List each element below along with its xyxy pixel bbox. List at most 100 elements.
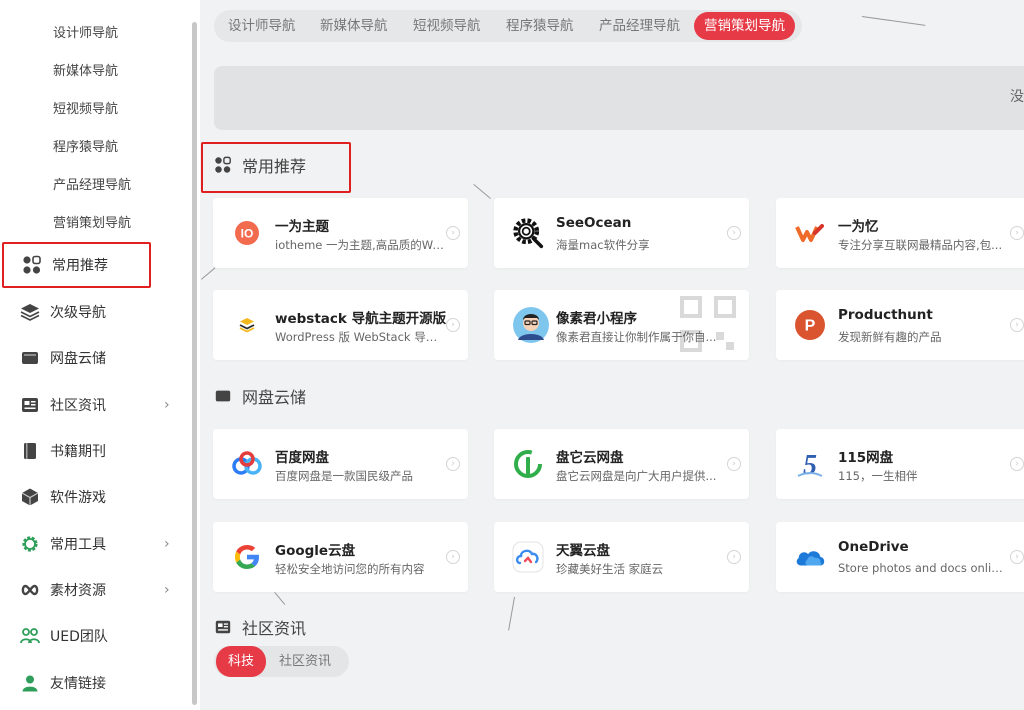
decorative-line xyxy=(274,592,286,605)
sidebar-item-recommended[interactable]: 常用推荐 xyxy=(2,242,151,288)
arrow-circle-icon[interactable]: › xyxy=(446,318,460,332)
onedrive-logo-icon xyxy=(794,541,826,573)
sidebar-item-label: 素材资源 xyxy=(50,583,106,599)
newspaper-icon xyxy=(215,620,231,634)
cube-icon xyxy=(21,488,39,506)
io-logo-icon: IO xyxy=(231,217,263,249)
arrow-circle-icon[interactable]: › xyxy=(727,457,741,471)
sidebar-item-label: 网盘云储 xyxy=(50,351,106,367)
sidebar-item-secondary-nav[interactable]: 次级导航 xyxy=(0,290,190,334)
site-card-115-pan[interactable]: 5 115网盘 115，一生相伴 › xyxy=(776,429,1024,499)
arrow-circle-icon[interactable]: › xyxy=(1010,226,1024,240)
site-card-yiweiyi[interactable]: 一为忆 专注分享互联网最精品内容,包... › xyxy=(776,198,1024,268)
sidebar-item-friend-links[interactable]: 友情链接 xyxy=(0,661,190,705)
arrow-circle-icon[interactable]: › xyxy=(727,226,741,240)
decorative-line xyxy=(473,184,491,199)
sidebar-subitem-programmer[interactable]: 程序猿导航 xyxy=(53,138,118,158)
sidebar-subitem-new-media[interactable]: 新媒体导航 xyxy=(53,62,118,82)
site-card-seeocean[interactable]: SeeOcean 海量mac软件分享 › xyxy=(494,198,749,268)
w-logo-icon xyxy=(794,217,826,249)
site-card-onedrive[interactable]: OneDrive Store photos and docs online. .… xyxy=(776,522,1024,592)
card-description: iotheme 一为主题,高品质的Wo... xyxy=(275,238,445,252)
sidebar-item-tools[interactable]: 常用工具 › xyxy=(0,522,190,566)
highlight-box xyxy=(201,142,351,193)
card-title: Google云盘 xyxy=(275,543,356,559)
team-icon xyxy=(20,628,40,644)
svg-text:P: P xyxy=(805,318,816,335)
sidebar-item-label: 社区资讯 xyxy=(50,398,106,414)
sidebar-item-label: 友情链接 xyxy=(50,676,106,692)
tab-programmer[interactable]: 程序猿导航 xyxy=(506,10,574,42)
sidebar-item-label: 常用推荐 xyxy=(52,258,108,274)
decorative-line xyxy=(508,596,515,631)
sidebar-scrollbar[interactable] xyxy=(192,22,197,705)
community-tab-bar: 科技 社区资讯 xyxy=(214,646,349,677)
sidebar-item-community[interactable]: 社区资讯 › xyxy=(0,383,190,427)
card-title: 115网盘 xyxy=(838,450,894,466)
arrow-circle-icon[interactable]: › xyxy=(1010,550,1024,564)
site-card-iotheme[interactable]: IO 一为主题 iotheme 一为主题,高品质的Wo... › xyxy=(213,198,468,268)
arrow-circle-icon[interactable]: › xyxy=(446,226,460,240)
sidebar-item-cloud-storage[interactable]: 网盘云储 xyxy=(0,336,190,380)
site-card-google-drive[interactable]: Google云盘 轻松安全地访问您的所有内容 › xyxy=(213,522,468,592)
top-tab-bar: 设计师导航 新媒体导航 短视频导航 程序猿导航 产品经理导航 营销策划导航 xyxy=(214,10,802,42)
arrow-circle-icon[interactable]: › xyxy=(446,550,460,564)
arrow-circle-icon[interactable]: › xyxy=(727,550,741,564)
sidebar-item-label: 软件游戏 xyxy=(50,490,106,506)
tab-marketing[interactable]: 营销策划导航 xyxy=(694,12,795,40)
site-card-panta[interactable]: 盘它云网盘 盘它云网盘是向广大用户提供... › xyxy=(494,429,749,499)
baidu-cloud-logo-icon xyxy=(231,448,263,480)
card-title: OneDrive xyxy=(838,539,909,555)
card-description: Store photos and docs online. ... xyxy=(838,561,1008,575)
svg-text:5: 5 xyxy=(803,450,817,480)
site-card-tianyi-pan[interactable]: 天翼云盘 珍藏美好生活 家庭云 › xyxy=(494,522,749,592)
arrow-circle-icon[interactable]: › xyxy=(1010,457,1024,471)
stack-logo-icon xyxy=(231,309,263,341)
card-description: 盘它云网盘是向广大用户提供... xyxy=(556,469,717,483)
sidebar-subitem-short-video[interactable]: 短视频导航 xyxy=(53,100,118,120)
card-title: 一为忆 xyxy=(838,219,879,235)
tab-designer[interactable]: 设计师导航 xyxy=(228,10,296,42)
sidebar-item-books[interactable]: 书籍期刊 xyxy=(0,429,190,473)
infinity-icon xyxy=(21,584,39,596)
arrow-circle-icon[interactable]: › xyxy=(446,457,460,471)
google-logo-icon xyxy=(231,541,263,573)
search-hint: 没 xyxy=(1010,89,1024,105)
sidebar-item-label: 次级导航 xyxy=(50,305,106,321)
sidebar-item-software-games[interactable]: 软件游戏 xyxy=(0,475,190,519)
card-title: 百度网盘 xyxy=(275,450,329,466)
tab-community-news[interactable]: 社区资讯 xyxy=(279,646,331,677)
svg-text:IO: IO xyxy=(241,227,254,241)
user-icon xyxy=(22,675,38,692)
site-card-pixel-mini-program[interactable]: 像素君小程序 像素君直接让你制作属于你自... xyxy=(494,290,749,360)
site-card-baidu-pan[interactable]: 百度网盘 百度网盘是一款国民级产品 › xyxy=(213,429,468,499)
gear-search-logo-icon xyxy=(512,217,544,249)
card-title: 像素君小程序 xyxy=(556,311,637,327)
tab-tech[interactable]: 科技 xyxy=(216,646,267,677)
avatar-logo-icon xyxy=(512,306,550,344)
card-description: 发现新鲜有趣的产品 xyxy=(838,330,942,344)
folder-icon xyxy=(22,352,38,364)
chevron-right-icon: › xyxy=(164,536,170,552)
gear-icon xyxy=(22,536,38,552)
card-title: SeeOcean xyxy=(556,215,632,231)
arrow-circle-icon[interactable]: › xyxy=(1010,318,1024,332)
sidebar-item-assets[interactable]: 素材资源 › xyxy=(0,568,190,612)
sidebar-subitem-product-manager[interactable]: 产品经理导航 xyxy=(53,176,131,196)
section-title: 网盘云储 xyxy=(242,388,307,407)
section-heading-community: 社区资讯 xyxy=(214,615,306,639)
tab-short-video[interactable]: 短视频导航 xyxy=(413,10,481,42)
sidebar-item-ued-team[interactable]: UED团队 xyxy=(0,614,190,658)
tab-new-media[interactable]: 新媒体导航 xyxy=(320,10,388,42)
section-title: 社区资讯 xyxy=(242,619,307,638)
card-title: 一为主题 xyxy=(275,219,329,235)
tab-product-manager[interactable]: 产品经理导航 xyxy=(599,10,680,42)
tianyi-logo-icon xyxy=(512,541,544,573)
site-card-webstack[interactable]: webstack 导航主题开源版 WordPress 版 WebStack 导航… xyxy=(213,290,468,360)
site-card-producthunt[interactable]: P Producthunt 发现新鲜有趣的产品 › xyxy=(776,290,1024,360)
card-description: 珍藏美好生活 家庭云 xyxy=(556,562,664,576)
sidebar-subitem-marketing[interactable]: 营销策划导航 xyxy=(53,214,131,234)
search-bar[interactable]: 没 xyxy=(214,66,1024,130)
sidebar-subitem-designer[interactable]: 设计师导航 xyxy=(53,24,118,44)
book-icon xyxy=(24,443,36,459)
